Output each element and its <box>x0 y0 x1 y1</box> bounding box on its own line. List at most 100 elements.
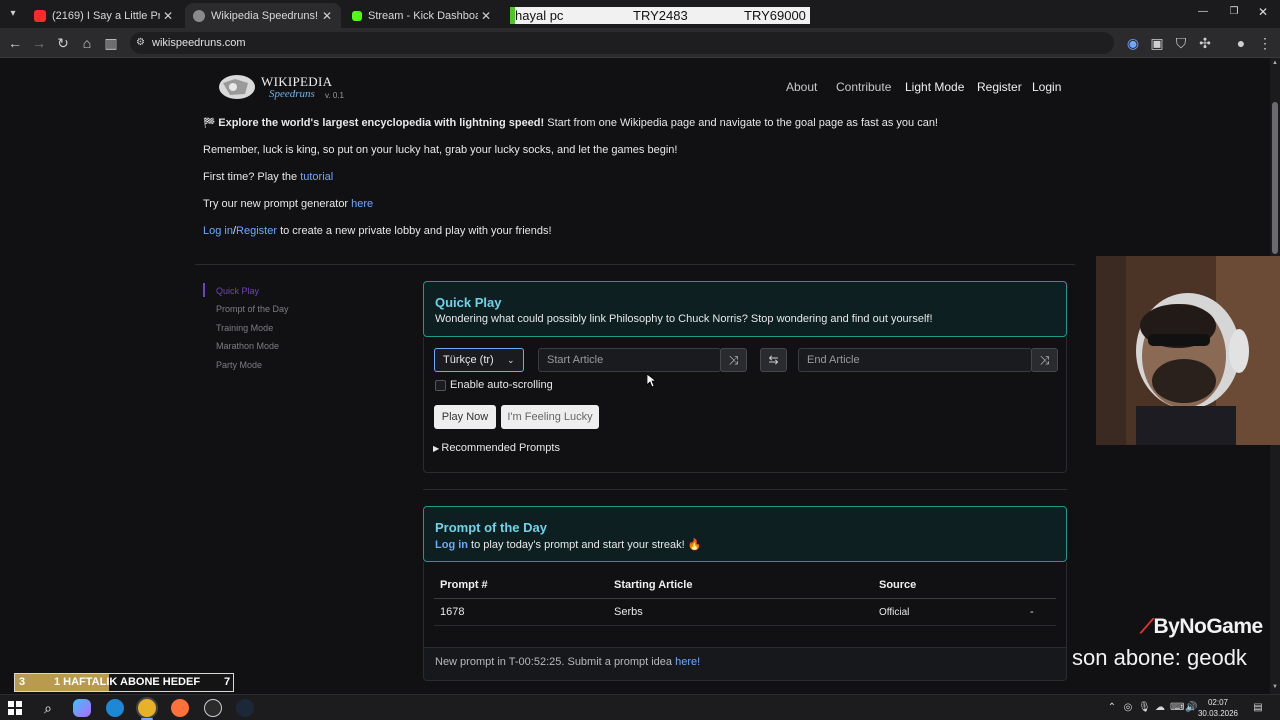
nav-contribute[interactable]: Contribute <box>836 80 891 94</box>
col-starting-article: Starting Article <box>614 579 693 591</box>
sidebar-item-quick-play[interactable]: Quick Play <box>216 286 259 296</box>
pc-goal-target: TRY69000 <box>744 8 806 23</box>
copilot-icon[interactable] <box>73 699 91 717</box>
pc-goal-current: TRY2483 <box>633 8 688 23</box>
quick-play-header: Quick Play Wondering what could possibly… <box>423 281 1067 337</box>
swap-icon[interactable]: ⇆ <box>760 348 787 372</box>
extension-icon[interactable]: ▣ <box>1148 34 1166 52</box>
quick-play-subtitle: Wondering what could possibly link Philo… <box>435 313 933 325</box>
intro-explore: 🏁 Explore the world's largest encycloped… <box>203 117 938 129</box>
youtube-icon <box>34 9 46 22</box>
sidebar-item-marathon-mode[interactable]: Marathon Mode <box>216 341 279 351</box>
tab-youtube[interactable]: (2169) I Say a Little Prayer - You ✕ <box>26 3 182 28</box>
sub-goal-target: 7 <box>224 676 231 688</box>
chevron-down-icon: ⌄ <box>507 355 515 365</box>
cloud-icon[interactable]: ☁ <box>1154 702 1166 714</box>
sidebar-item-training-mode[interactable]: Training Mode <box>216 323 273 333</box>
globe-icon <box>193 9 205 22</box>
back-arrow-icon[interactable]: ← <box>6 34 24 52</box>
source-cell: Official <box>879 607 910 618</box>
login-link[interactable]: Log in <box>203 225 233 237</box>
home-icon[interactable]: ⌂ <box>78 34 96 52</box>
edge-icon[interactable] <box>106 699 124 717</box>
sub-goal-bar: 3 1 HAFTALIK ABONE HEDEF 7 <box>14 673 234 692</box>
prompt-generator-text: Try our new prompt generator <box>203 198 352 210</box>
reload-icon[interactable]: ↻ <box>54 34 72 52</box>
tutorial-text: First time? Play the <box>203 171 301 183</box>
tray-icon[interactable]: ◎ <box>1122 702 1134 714</box>
quick-play-title: Quick Play <box>435 295 502 310</box>
table-row-divider <box>434 625 1056 626</box>
auto-scroll-checkbox[interactable] <box>435 380 446 391</box>
prompt-number-cell: 1678 <box>440 606 465 618</box>
taskbar: ⌕ ⌃ ◎ 🎙 ☁ ⌨ 🔊 02:07 30.03.2026 ▤ <box>0 694 1280 720</box>
intro-prompt-generator: Try our new prompt generator here <box>203 198 373 210</box>
menu-dots-icon[interactable]: ⋮ <box>1256 34 1274 52</box>
tab-search-button[interactable]: ▾ <box>6 7 20 21</box>
extension-icon[interactable]: ◉ <box>1124 34 1142 52</box>
feeling-lucky-button[interactable]: I'm Feeling Lucky <box>501 405 599 429</box>
shield-icon[interactable]: ⛉ <box>1172 34 1190 52</box>
puzzle-icon[interactable]: ✣ <box>1196 34 1214 52</box>
prompt-of-day-header: Prompt of the Day Log in to play today's… <box>423 506 1067 562</box>
scroll-up-arrow-icon[interactable]: ▲ <box>1272 60 1278 66</box>
site-info-icon[interactable]: ⚙ <box>136 32 145 54</box>
windows-start-icon[interactable] <box>8 701 22 715</box>
forward-arrow-icon[interactable]: → <box>30 34 48 52</box>
sub-goal-current: 3 <box>19 676 26 688</box>
steam-icon[interactable] <box>236 699 254 717</box>
language-select[interactable]: Türkçe (tr) ⌄ <box>434 348 524 372</box>
clock[interactable]: 02:07 30.03.2026 <box>1196 697 1240 719</box>
scrollbar-thumb[interactable] <box>1272 102 1278 254</box>
tutorial-link[interactable]: tutorial <box>300 171 333 183</box>
address-bar[interactable]: ⚙ wikispeedruns.com <box>130 32 1114 54</box>
nav-login[interactable]: Login <box>1032 80 1061 94</box>
prompt-generator-link[interactable]: here <box>351 198 373 210</box>
search-icon[interactable]: ⌕ <box>39 699 57 717</box>
puzzle-globe-icon <box>215 74 259 100</box>
col-prompt-number: Prompt # <box>440 579 488 591</box>
intro-luck: Remember, luck is king, so put on your l… <box>203 144 678 156</box>
sidebar-item-party-mode[interactable]: Party Mode <box>216 360 262 370</box>
restore-button[interactable]: ❐ <box>1227 6 1241 20</box>
prompt-login-link[interactable]: Log in <box>435 539 468 551</box>
recommended-prompts-toggle[interactable]: ▶ Recommended Prompts <box>433 442 560 454</box>
tab-wikipedia-speedruns[interactable]: Wikipedia Speedruns! ✕ <box>185 3 341 28</box>
network-icon[interactable]: ⌨ <box>1170 702 1184 714</box>
sidebar-item-prompt-of-the-day[interactable]: Prompt of the Day <box>216 304 289 314</box>
submit-prompt-link[interactable]: here! <box>675 656 700 668</box>
notification-icon[interactable]: ▤ <box>1252 702 1264 714</box>
shuffle-start-icon[interactable]: ⤨ <box>720 348 747 372</box>
prompt-countdown: New prompt in T-00:52:25. Submit a promp… <box>435 656 676 668</box>
sponsor-logo: ⟋ByNoGame <box>1140 615 1263 639</box>
play-now-button[interactable]: Play Now <box>434 405 496 429</box>
chevron-up-icon[interactable]: ⌃ <box>1106 702 1118 714</box>
microphone-icon[interactable]: 🎙 <box>1138 702 1151 714</box>
close-window-button[interactable]: ✕ <box>1256 5 1270 19</box>
close-icon[interactable]: ✕ <box>160 9 176 23</box>
register-link[interactable]: Register <box>236 225 277 237</box>
close-icon[interactable]: ✕ <box>319 9 335 23</box>
start-article-placeholder: Start Article <box>547 354 604 366</box>
nav-about[interactable]: About <box>786 80 817 94</box>
scroll-down-arrow-icon[interactable]: ▼ <box>1272 684 1278 690</box>
minimize-button[interactable]: — <box>1196 6 1210 20</box>
prompt-subtitle-rest: to play today's prompt and start your st… <box>468 539 702 551</box>
obs-icon[interactable] <box>204 699 222 717</box>
start-article-input[interactable]: Start Article <box>538 348 721 372</box>
avatar[interactable]: ● <box>1232 34 1250 52</box>
sub-goal-label: 1 HAFTALIK ABONE HEDEF <box>54 676 201 688</box>
firefox-icon[interactable] <box>171 699 189 717</box>
site-logo[interactable]: Wikipedia Speedruns v. 0.1 <box>213 72 353 102</box>
col-source: Source <box>879 579 917 591</box>
nav-register[interactable]: Register <box>977 80 1022 94</box>
nav-light-mode[interactable]: Light Mode <box>905 80 964 94</box>
tab-kick-dashboard[interactable]: Stream - Kick Dashboard ✕ <box>344 3 500 28</box>
language-value: Türkçe (tr) <box>443 354 494 366</box>
end-article-input[interactable]: End Article <box>798 348 1032 372</box>
split-view-icon[interactable]: ▥ <box>102 34 120 52</box>
close-icon[interactable]: ✕ <box>478 9 494 23</box>
pc-goal-label: hayal pc <box>515 8 564 23</box>
shuffle-end-icon[interactable]: ⤨ <box>1031 348 1058 372</box>
chrome-icon[interactable] <box>138 699 156 717</box>
